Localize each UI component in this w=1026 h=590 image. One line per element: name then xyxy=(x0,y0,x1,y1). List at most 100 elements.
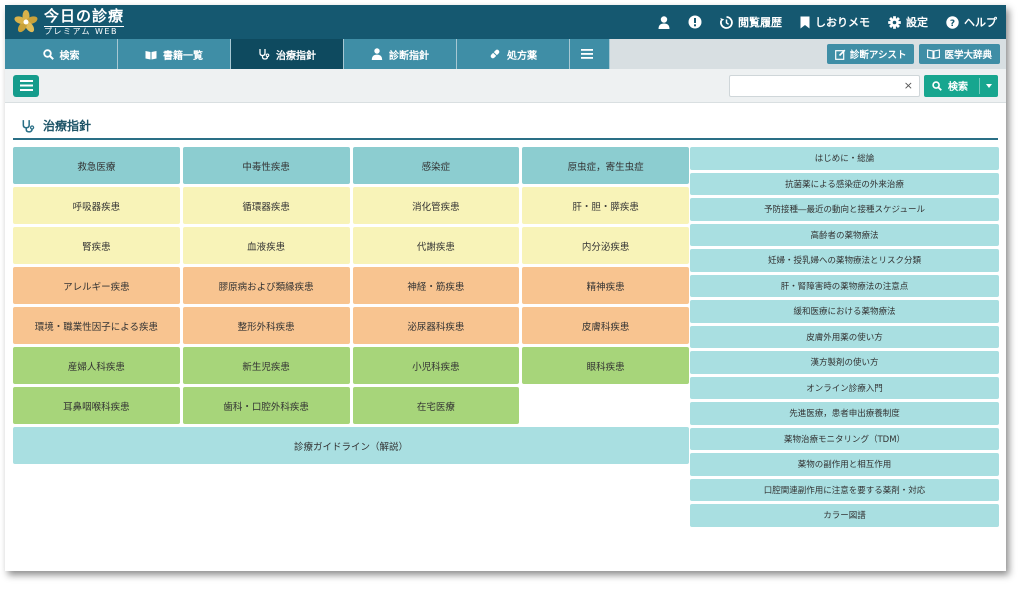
category-cell[interactable]: 神経・筋疾患 xyxy=(352,267,520,304)
category-cell[interactable]: 産婦人科疾患 xyxy=(13,347,180,384)
tab-label: 書籍一覧 xyxy=(163,50,203,62)
app-window: 今日の診療 プレミアム WEB 閲覧履歴 しおりメモ 設定 ? ヘルプ 検索 書… xyxy=(5,5,1006,571)
category-row: 救急医療 中毒性疾患 感染症 原虫症，寄生虫症 xyxy=(13,147,689,184)
side-list-item[interactable]: オンライン診療入門 xyxy=(690,376,999,399)
page-title: 治療指針 xyxy=(13,113,998,140)
category-cell[interactable]: 在宅医療 xyxy=(352,387,520,424)
side-list-item[interactable]: 口腔関連副作用に注意を要する薬剤・対応 xyxy=(690,478,999,501)
history-icon xyxy=(720,15,733,29)
main-tabs: 検索 書籍一覧 治療指針 診断指針 処方薬 診断アシスト 医学大辞典 xyxy=(5,39,1006,69)
category-cell[interactable]: 精神疾患 xyxy=(522,267,689,304)
diagnosis-assist-button[interactable]: 診断アシスト xyxy=(826,44,915,64)
menu-icon xyxy=(19,80,33,91)
tab-diagnosis[interactable]: 診断指針 xyxy=(344,39,457,69)
side-list-item[interactable]: 肝・腎障害時の薬物療法の注意点 xyxy=(690,274,999,297)
category-row: 耳鼻咽喉科疾患 歯科・口腔外科疾患 在宅医療 xyxy=(13,387,689,424)
open-book-icon xyxy=(927,49,941,59)
category-row: 呼吸器疾患 循環器疾患 消化管疾患 肝・胆・膵疾患 xyxy=(13,187,689,224)
category-cell[interactable]: 環境・職業性因子による疾患 xyxy=(13,307,180,344)
category-cell[interactable]: 整形外科疾患 xyxy=(182,307,350,344)
doctor-icon xyxy=(371,48,383,60)
category-cell[interactable]: 感染症 xyxy=(352,147,520,184)
settings-button[interactable]: 設定 xyxy=(879,5,937,39)
category-cell[interactable]: 内分泌疾患 xyxy=(522,227,689,264)
side-list-item[interactable]: 高齢者の薬物療法 xyxy=(690,223,999,246)
tab-books[interactable]: 書籍一覧 xyxy=(118,39,231,69)
page-title-text: 治療指針 xyxy=(43,119,92,133)
side-list-item[interactable]: 抗菌薬による感染症の外来治療 xyxy=(690,172,999,195)
category-cell[interactable]: 肝・胆・膵疾患 xyxy=(522,187,689,224)
question-icon: ? xyxy=(946,15,959,29)
category-row: アレルギー疾患 膠原病および類縁疾患 神経・筋疾患 精神疾患 xyxy=(13,267,689,304)
category-cell[interactable]: 膠原病および類縁疾患 xyxy=(182,267,350,304)
side-list-item[interactable]: 緩和医療における薬物療法 xyxy=(690,300,999,323)
tab-treatment[interactable]: 治療指針 xyxy=(231,39,344,69)
side-list-item[interactable]: はじめに・総論 xyxy=(690,147,999,170)
notice-button[interactable] xyxy=(679,5,711,39)
tab-label: 治療指針 xyxy=(276,50,316,62)
help-label: ヘルプ xyxy=(964,16,997,29)
user-button[interactable] xyxy=(649,5,679,39)
stethoscope-icon xyxy=(259,49,270,60)
category-grid: 救急医療 中毒性疾患 感染症 原虫症，寄生虫症 呼吸器疾患 循環器疾患 消化管疾患 肝・胆・膵… xyxy=(13,147,689,464)
side-list-item[interactable]: 薬物の副作用と相互作用 xyxy=(690,453,999,476)
app-title: 今日の診療 xyxy=(44,6,125,25)
category-cell[interactable]: 消化管疾患 xyxy=(352,187,520,224)
clear-icon[interactable]: × xyxy=(904,79,913,92)
stethoscope-icon xyxy=(22,119,35,133)
svg-text:?: ? xyxy=(950,19,955,29)
side-list-item[interactable]: 予防接種―最近の動向と接種スケジュール xyxy=(690,198,999,221)
category-cell[interactable]: 新生児疾患 xyxy=(182,347,350,384)
help-button[interactable]: ? ヘルプ xyxy=(937,5,1006,39)
category-cell[interactable]: 呼吸器疾患 xyxy=(13,187,180,224)
category-cell[interactable]: 原虫症，寄生虫症 xyxy=(522,147,689,184)
category-cell[interactable]: 中毒性疾患 xyxy=(182,147,350,184)
side-list-item[interactable]: 漢方製剤の使い方 xyxy=(690,351,999,374)
category-cell[interactable]: 耳鼻咽喉科疾患 xyxy=(13,387,180,424)
category-cell[interactable]: 眼科疾患 xyxy=(522,347,689,384)
category-cell[interactable]: アレルギー疾患 xyxy=(13,267,180,304)
category-cell[interactable]: 皮膚科疾患 xyxy=(522,307,689,344)
category-cell[interactable]: 循環器疾患 xyxy=(182,187,350,224)
tab-label: 処方薬 xyxy=(507,50,537,62)
sidebar-toggle-button[interactable] xyxy=(13,74,39,97)
category-row: 環境・職業性因子による疾患 整形外科疾患 泌尿器科疾患 皮膚科疾患 xyxy=(13,307,689,344)
app-logo[interactable]: 今日の診療 プレミアム WEB xyxy=(5,5,125,39)
tab-label: 検索 xyxy=(59,50,80,62)
bookmark-icon xyxy=(800,16,810,28)
top-header: 今日の診療 プレミアム WEB 閲覧履歴 しおりメモ 設定 ? ヘルプ xyxy=(5,5,1006,39)
search-icon xyxy=(932,80,942,91)
history-label: 閲覧履歴 xyxy=(738,16,782,29)
medical-dictionary-button[interactable]: 医学大辞典 xyxy=(919,44,1000,64)
category-cell[interactable]: 歯科・口腔外科疾患 xyxy=(182,387,350,424)
tab-menu[interactable] xyxy=(570,39,610,69)
bookmark-button[interactable]: しおりメモ xyxy=(791,5,879,39)
search-button[interactable]: 検索 xyxy=(924,74,998,97)
settings-label: 設定 xyxy=(906,16,928,29)
side-list-item[interactable]: 薬物治療モニタリング（TDM） xyxy=(690,427,999,450)
books-icon xyxy=(145,50,157,59)
menu-icon xyxy=(580,49,593,59)
side-list-item[interactable]: 先進医療，患者申出療養制度 xyxy=(690,402,999,425)
category-cell[interactable]: 代謝疾患 xyxy=(352,227,520,264)
guideline-button[interactable]: 診療ガイドライン（解説） xyxy=(13,427,689,464)
search-icon xyxy=(42,48,54,60)
side-list-item[interactable]: カラー図譜 xyxy=(690,504,999,527)
user-icon xyxy=(658,15,670,29)
side-list-item[interactable]: 妊婦・授乳婦への薬物療法とリスク分類 xyxy=(690,249,999,272)
toolbar: × 検索 xyxy=(5,69,1006,103)
search-button-divider xyxy=(979,77,980,94)
tab-label: 診断指針 xyxy=(389,50,429,62)
chevron-down-icon[interactable] xyxy=(986,83,992,88)
tab-search[interactable]: 検索 xyxy=(5,39,118,69)
search-input[interactable]: × xyxy=(729,74,920,97)
category-cell[interactable]: 腎疾患 xyxy=(13,227,180,264)
search-button-label: 検索 xyxy=(948,82,968,93)
category-cell[interactable]: 小児科疾患 xyxy=(352,347,520,384)
history-button[interactable]: 閲覧履歴 xyxy=(711,5,791,39)
category-cell[interactable]: 血液疾患 xyxy=(182,227,350,264)
tab-prescription[interactable]: 処方薬 xyxy=(457,39,570,69)
category-cell[interactable]: 救急医療 xyxy=(13,147,180,184)
category-cell[interactable]: 泌尿器科疾患 xyxy=(352,307,520,344)
side-list-item[interactable]: 皮膚外用薬の使い方 xyxy=(690,325,999,348)
